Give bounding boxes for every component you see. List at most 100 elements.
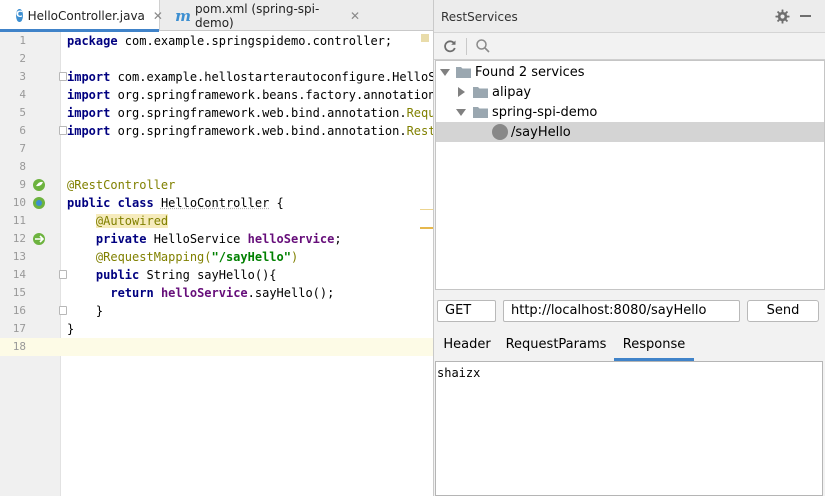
code-line: 8: [0, 158, 433, 176]
fold-marker-icon[interactable]: [59, 72, 67, 81]
code-line: 1 package com.example.springspidemo.cont…: [0, 32, 433, 50]
line-number: 2: [19, 52, 26, 65]
code-text: import org.springframework.beans.factory…: [67, 88, 433, 102]
tab-pom-xml[interactable]: m pom.xml (spring-spi-demo) ✕: [160, 0, 360, 31]
line-number: 15: [12, 286, 26, 299]
tree-node-label: /sayHello: [511, 124, 571, 140]
code-text: }: [67, 322, 75, 336]
inspection-status-icon[interactable]: [421, 34, 429, 42]
line-number: 11: [12, 214, 26, 227]
tree-node-label: spring-spi-demo: [492, 104, 598, 120]
line-number: 18: [12, 340, 26, 353]
response-text: shaizx: [437, 366, 481, 380]
line-number: 14: [12, 268, 26, 281]
line-number: 17: [12, 322, 26, 335]
code-text: package com.example.springspidemo.contro…: [67, 34, 393, 48]
services-tree[interactable]: Found 2 services alipay spring-spi-demo …: [435, 60, 825, 290]
fold-marker-icon[interactable]: [59, 126, 67, 135]
code-line: 15 return helloService.sayHello();: [0, 284, 433, 302]
code-text: import com.example.hellostarterautoconfi…: [67, 70, 433, 84]
response-body-area[interactable]: shaizx: [435, 361, 823, 496]
expanded-arrow-icon[interactable]: [440, 69, 450, 76]
code-line: 4 import org.springframework.beans.facto…: [0, 86, 433, 104]
tab-label: pom.xml (spring-spi-demo): [195, 1, 320, 30]
toolbar-separator: [466, 38, 467, 55]
refresh-icon[interactable]: [442, 38, 458, 54]
code-line: 11 @Autowired: [0, 212, 433, 230]
line-number: 16: [12, 304, 26, 317]
line-number: 10: [12, 196, 26, 209]
expanded-arrow-icon[interactable]: [456, 109, 466, 116]
code-text: @Autowired: [95, 214, 169, 228]
minimize-icon[interactable]: [800, 15, 811, 17]
code-text: public String sayHello(){: [95, 268, 277, 282]
tree-node-service[interactable]: spring-spi-demo: [436, 102, 824, 122]
line-number: 4: [19, 88, 26, 101]
panel-title: RestServices: [441, 10, 518, 24]
code-line: 3 import com.example.hellostarterautocon…: [0, 68, 433, 86]
response-tab-bar: Header RequestParams Response: [434, 333, 825, 361]
maven-icon: m: [175, 6, 191, 25]
code-text: import org.springframework.web.bind.anno…: [67, 106, 433, 120]
code-line: 10 public class HelloController {: [0, 194, 433, 212]
tree-node-label: Found 2 services: [475, 64, 585, 80]
java-class-icon: C: [16, 9, 23, 22]
request-mapping-icon[interactable]: [32, 196, 46, 210]
code-text: }: [67, 304, 104, 318]
code-line: 16 }: [0, 302, 433, 320]
spring-bean-icon[interactable]: [32, 178, 46, 192]
code-line: 5 import org.springframework.web.bind.an…: [0, 104, 433, 122]
current-code-line: 18: [0, 338, 433, 356]
line-number: 1: [19, 34, 26, 47]
tab-header[interactable]: Header: [434, 333, 500, 361]
error-stripe-mark[interactable]: [420, 227, 433, 229]
code-line: 14 public String sayHello(){: [0, 266, 433, 284]
autowired-bean-icon[interactable]: [32, 232, 46, 246]
code-text: @RequestMapping("/sayHello"): [95, 250, 299, 264]
rest-services-panel: RestServices Found 2 services alipay spr…: [433, 0, 825, 496]
code-editor[interactable]: 1 package com.example.springspidemo.cont…: [0, 32, 433, 496]
code-line: 7: [0, 140, 433, 158]
folder-icon: [473, 107, 488, 118]
close-icon[interactable]: ✕: [350, 9, 360, 23]
line-number: 6: [19, 124, 26, 137]
code-line: 12 private HelloService helloService;: [0, 230, 433, 248]
tree-node-label: alipay: [492, 84, 532, 100]
line-number: 8: [19, 160, 26, 173]
tab-label: HelloController.java: [27, 8, 145, 23]
tab-request-params[interactable]: RequestParams: [503, 333, 609, 361]
code-text: @RestController: [67, 178, 176, 192]
tree-root-node[interactable]: Found 2 services: [436, 62, 824, 82]
folder-icon: [456, 67, 471, 78]
line-number: 12: [12, 232, 26, 245]
collapsed-arrow-icon[interactable]: [458, 87, 465, 97]
editor-tab-bar: C HelloController.java ✕ m pom.xml (spri…: [0, 0, 433, 32]
code-text: return helloService.sayHello();: [110, 286, 335, 300]
code-text: private HelloService helloService;: [95, 232, 342, 246]
tab-hellocontroller[interactable]: C HelloController.java ✕: [0, 0, 163, 32]
line-number: 3: [19, 70, 26, 83]
fold-marker-icon[interactable]: [59, 270, 67, 279]
line-number: 13: [12, 250, 26, 263]
code-line: 17 }: [0, 320, 433, 338]
send-button[interactable]: Send: [747, 300, 819, 322]
code-line: 9 @RestController: [0, 176, 433, 194]
url-input[interactable]: http://localhost:8080/sayHello: [503, 300, 740, 322]
code-text: import org.springframework.web.bind.anno…: [67, 124, 433, 138]
code-line: 6 import org.springframework.web.bind.an…: [0, 122, 433, 140]
error-stripe-mark[interactable]: [420, 209, 433, 210]
http-method-select[interactable]: GET: [437, 300, 496, 322]
endpoint-icon: [492, 124, 508, 140]
tree-node-endpoint[interactable]: /sayHello: [436, 122, 824, 142]
tab-response[interactable]: Response: [614, 333, 694, 361]
code-line: 2: [0, 50, 433, 68]
line-number: 7: [19, 142, 26, 155]
code-text: public class HelloController {: [67, 196, 284, 210]
code-line: 13 @RequestMapping("/sayHello"): [0, 248, 433, 266]
search-icon[interactable]: [475, 38, 491, 54]
rest-services-toolbar: [434, 33, 825, 60]
tree-node-service[interactable]: alipay: [436, 82, 824, 102]
fold-marker-icon[interactable]: [59, 306, 67, 315]
line-number: 5: [19, 106, 26, 119]
gear-icon[interactable]: [775, 9, 790, 24]
